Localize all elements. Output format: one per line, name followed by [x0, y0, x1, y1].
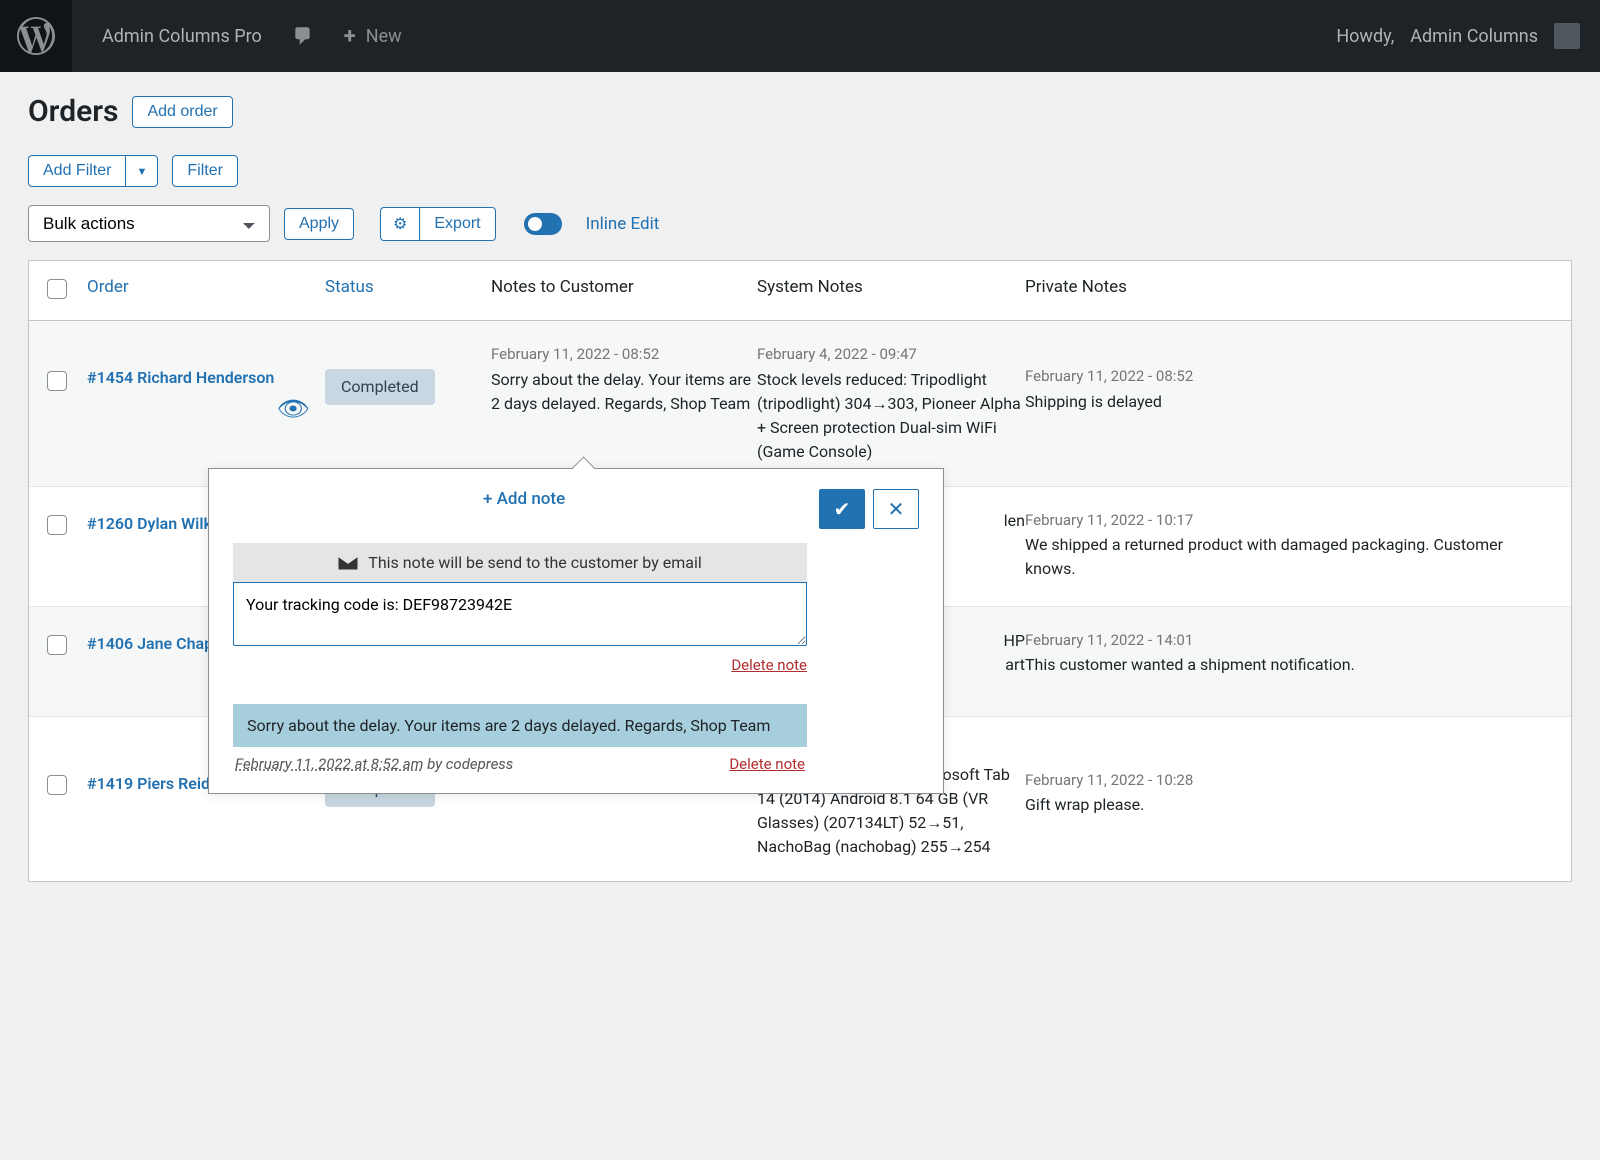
filter-button[interactable]: Filter	[172, 155, 238, 187]
row-checkbox[interactable]	[47, 371, 67, 391]
row-checkbox[interactable]	[47, 515, 67, 535]
close-icon: ✕	[888, 497, 905, 521]
envelope-icon	[338, 556, 358, 570]
existing-note-timestamp: February 11, 2022 at 8:52 am	[235, 755, 423, 773]
avatar	[1554, 23, 1580, 49]
new-content-link[interactable]: + New	[344, 24, 402, 49]
private-note-text: This customer wanted a shipment notifica…	[1025, 653, 1553, 677]
export-button[interactable]: Export	[419, 207, 495, 241]
system-note-text: Stock levels reduced: Tripodlight (tripo…	[757, 368, 1025, 464]
check-icon: ✔	[834, 497, 851, 521]
col-status[interactable]: Status	[325, 277, 491, 304]
chevron-down-icon: ▼	[136, 166, 147, 178]
order-link[interactable]: #1406 Jane Chap	[87, 634, 213, 653]
wordpress-logo-icon[interactable]	[0, 0, 72, 72]
delete-note-link[interactable]: Delete note	[729, 755, 805, 773]
col-order[interactable]: Order	[87, 277, 325, 304]
private-note-timestamp: February 11, 2022 - 10:28	[1025, 769, 1553, 792]
system-note-timestamp: February 4, 2022 - 09:47	[757, 343, 1025, 366]
gear-icon	[393, 216, 407, 233]
delete-note-link[interactable]: Delete note	[731, 656, 807, 674]
admin-bar: Admin Columns Pro + New Howdy, Admin Col…	[0, 0, 1600, 72]
system-note-fragment: len	[1004, 511, 1025, 530]
settings-button[interactable]	[380, 207, 419, 241]
add-filter-button[interactable]: Add Filter	[28, 155, 125, 187]
private-note-timestamp: February 11, 2022 - 10:17	[1025, 509, 1553, 532]
add-note-link[interactable]: + Add note	[233, 489, 565, 509]
site-title[interactable]: Admin Columns Pro	[102, 26, 262, 47]
order-link[interactable]: #1260 Dylan Wilk	[87, 514, 212, 533]
col-system-notes: System Notes	[757, 277, 1025, 304]
customer-note-text: Sorry about the delay. Your items are 2 …	[491, 368, 757, 416]
order-link[interactable]: #1454 Richard Henderson	[87, 368, 274, 387]
existing-note-body: Sorry about the delay. Your items are 2 …	[233, 704, 807, 747]
existing-note-author: by codepress	[427, 755, 513, 773]
user-menu[interactable]: Howdy, Admin Columns	[1336, 23, 1580, 49]
col-notes-customer: Notes to Customer	[491, 277, 757, 304]
inline-edit-label: Inline Edit	[586, 214, 660, 234]
bulk-actions-select[interactable]: Bulk actions	[28, 205, 270, 242]
order-link[interactable]: #1419 Piers Reid	[87, 774, 210, 793]
plus-icon: +	[344, 24, 356, 49]
apply-button[interactable]: Apply	[284, 208, 354, 240]
private-note-timestamp: February 11, 2022 - 08:52	[1025, 365, 1553, 388]
customer-note-timestamp: February 11, 2022 - 08:52	[491, 343, 757, 366]
eye-icon[interactable]: 👁	[276, 393, 310, 426]
private-note-text: Gift wrap please.	[1025, 793, 1553, 817]
private-note-text: Shipping is delayed	[1025, 390, 1553, 414]
add-filter-dropdown[interactable]: ▼	[125, 155, 158, 187]
row-checkbox[interactable]	[47, 635, 67, 655]
table-header: Order Status Notes to Customer System No…	[29, 261, 1571, 321]
page-title: Orders	[28, 94, 118, 129]
private-note-timestamp: February 11, 2022 - 14:01	[1025, 629, 1553, 652]
system-note-fragment: HP art	[1003, 631, 1025, 674]
row-checkbox[interactable]	[47, 775, 67, 795]
cancel-button[interactable]: ✕	[873, 489, 919, 529]
confirm-button[interactable]: ✔	[819, 489, 865, 529]
status-badge: Completed	[325, 369, 435, 405]
table-row: #1454 Richard Henderson 👁 Completed Febr…	[29, 321, 1571, 486]
email-notice-banner: This note will be send to the customer b…	[233, 543, 807, 582]
add-order-button[interactable]: Add order	[132, 96, 232, 128]
private-note-text: We shipped a returned product with damag…	[1025, 533, 1553, 581]
note-editor-popup: + Add note ✔ ✕ This note will be send to…	[208, 468, 944, 794]
comments-icon[interactable]	[292, 25, 314, 47]
inline-edit-toggle[interactable]	[524, 213, 562, 235]
note-textarea[interactable]	[233, 582, 807, 646]
col-private-notes: Private Notes	[1025, 277, 1553, 304]
select-all-checkbox[interactable]	[47, 279, 67, 299]
